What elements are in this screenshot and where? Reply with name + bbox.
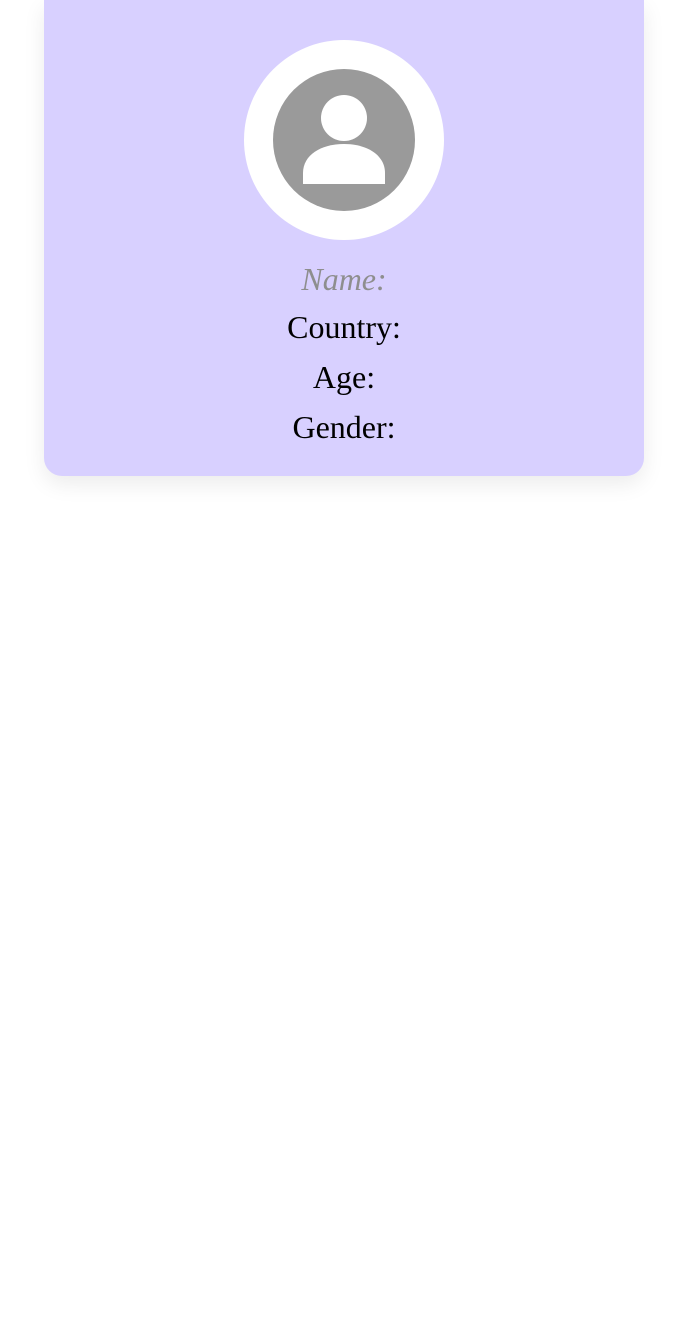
avatar: [244, 40, 444, 240]
name-label: Name:: [301, 261, 387, 297]
country-label: Country:: [287, 309, 401, 345]
profile-card: Name: Country: Age: Gender:: [44, 0, 644, 476]
age-label: Age:: [312, 359, 376, 395]
avatar-placeholder: [273, 69, 415, 211]
gender-label: Gender:: [292, 409, 396, 445]
user-avatar-icon: [303, 95, 385, 184]
